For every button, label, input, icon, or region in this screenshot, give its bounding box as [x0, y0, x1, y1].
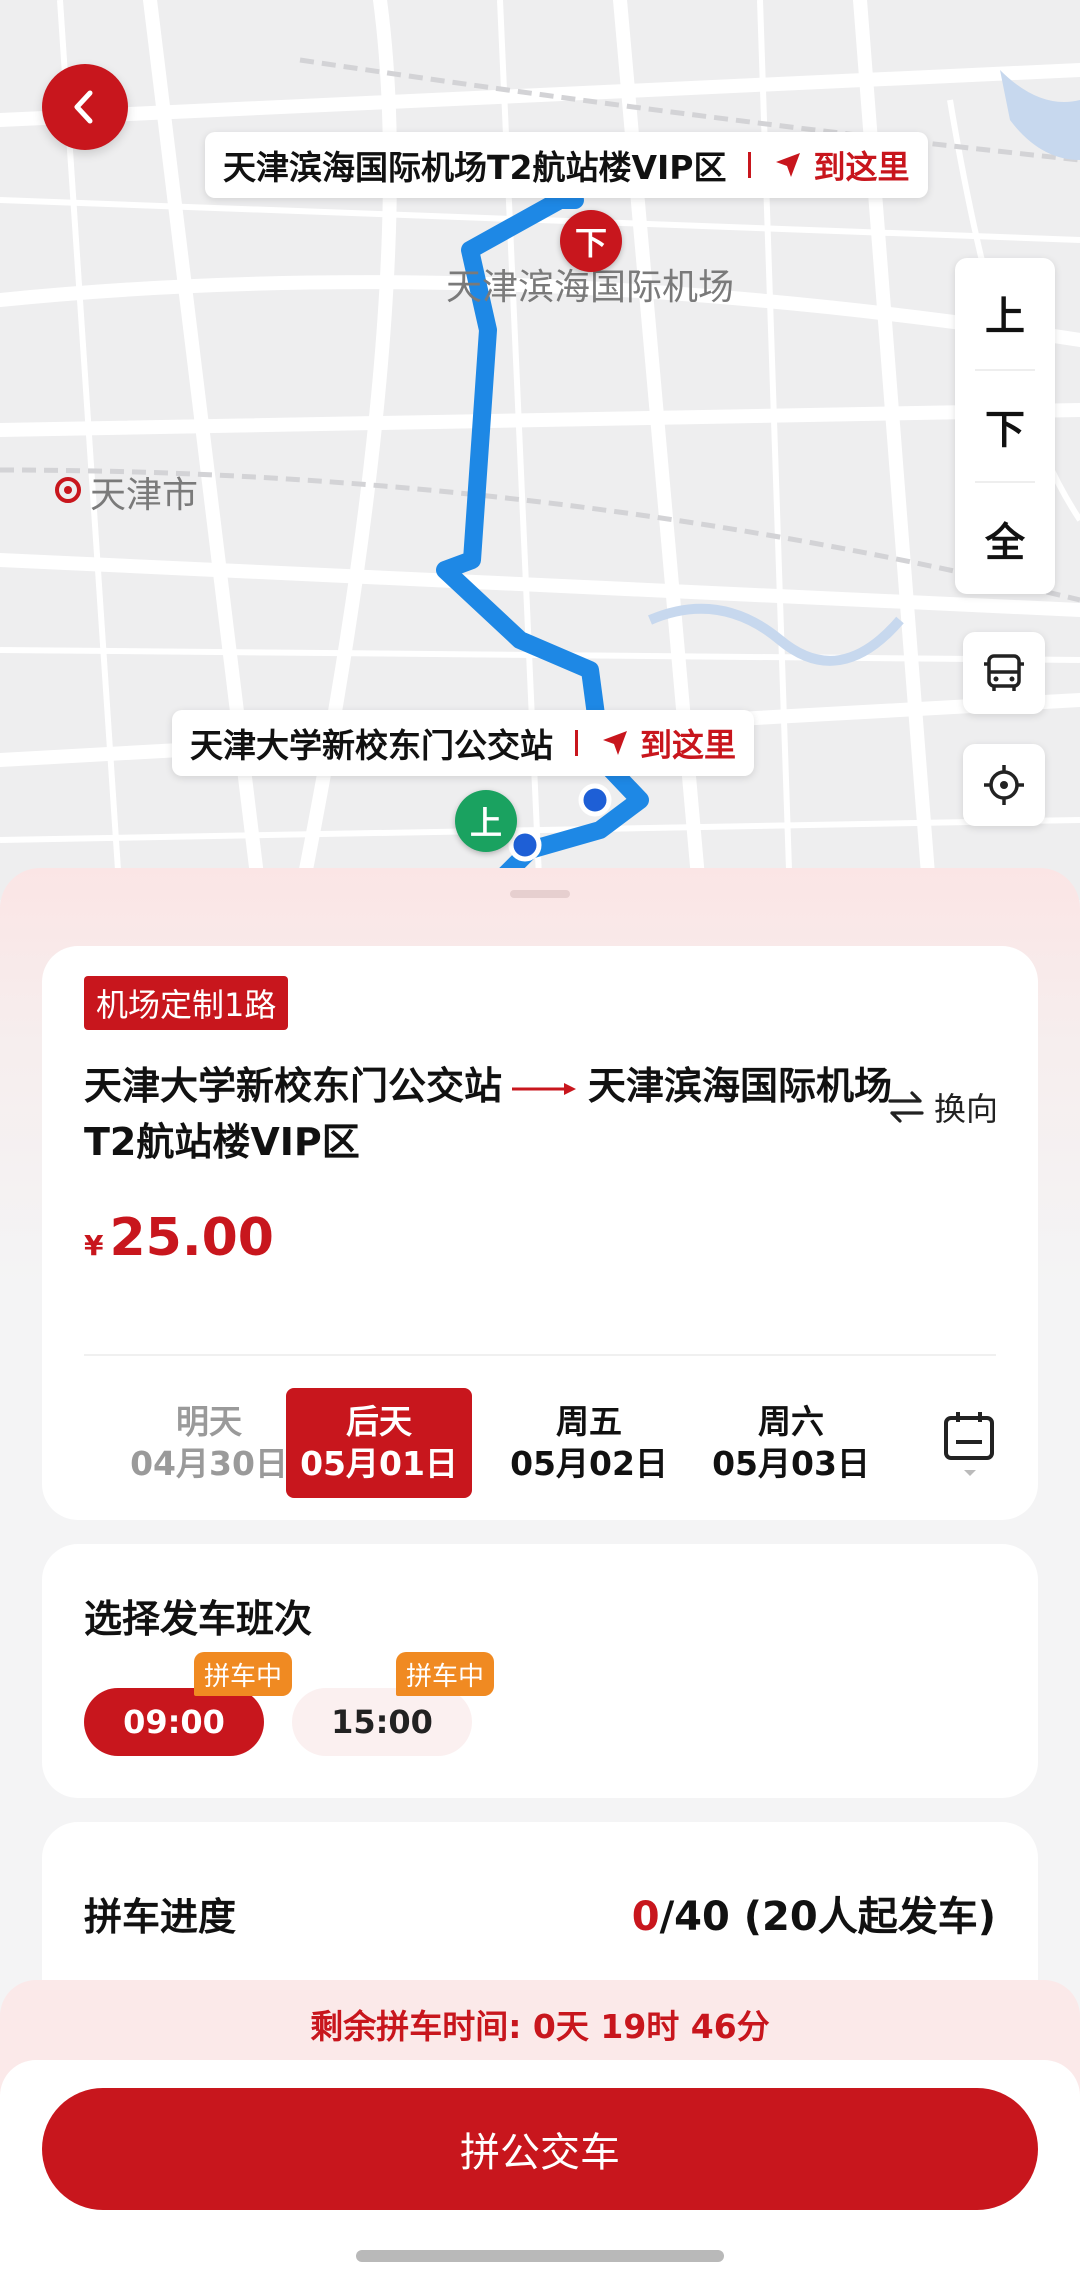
carpool-status-badge: 拼车中: [194, 1652, 293, 1696]
locate-me-button[interactable]: [963, 744, 1045, 826]
date-date: 05月03日: [712, 1444, 870, 1483]
date-date: 05月02日: [510, 1444, 668, 1483]
book-bus-button[interactable]: 拼公交车: [42, 2088, 1038, 2210]
pickup-navigate-button[interactable]: 到这里: [600, 720, 736, 766]
view-dropoff-button[interactable]: 下: [955, 371, 1055, 482]
pickup-callout: 天津大学新校东门公交站 到这里: [172, 710, 755, 776]
dropoff-pin[interactable]: 下: [560, 210, 622, 272]
carpool-status-badge: 拼车中: [396, 1652, 495, 1696]
view-all-button[interactable]: 全: [955, 483, 1055, 594]
date-option[interactable]: 周五 05月02日: [496, 1388, 682, 1498]
price-amount: 25.00: [109, 1208, 274, 1268]
pickup-navigate-label: 到这里: [640, 726, 737, 764]
departure-time-option-selected[interactable]: 09:00: [84, 1688, 264, 1756]
route-from: 天津大学新校东门公交站: [84, 1064, 503, 1108]
ticket-price: ¥ 25.00: [84, 1208, 274, 1268]
date-date: 04月30日: [130, 1444, 288, 1483]
home-indicator[interactable]: [356, 2250, 724, 2262]
progress-total: /40 (20人起发车): [659, 1894, 996, 1940]
schedule-title: 选择发车班次: [84, 1597, 313, 1641]
callout-separator: [748, 152, 752, 178]
date-option[interactable]: 周六 05月03日: [698, 1388, 884, 1498]
dropoff-navigate-label: 到这里: [813, 148, 910, 186]
back-icon: [74, 90, 93, 124]
date-option[interactable]: 明天 04月30日: [116, 1388, 302, 1498]
route-title: 天津大学新校东门公交站 天津滨海国际机场T2航站楼VIP区: [84, 1058, 904, 1170]
dropoff-navigate-button[interactable]: 到这里: [773, 142, 910, 188]
route-arrow-icon: [512, 1082, 577, 1095]
pickup-name: 天津大学新校东门公交站: [190, 726, 553, 765]
sheet-drag-handle[interactable]: [510, 890, 570, 898]
progress-title: 拼车进度: [84, 1895, 237, 1939]
bus-icon: [984, 654, 1024, 691]
date-option-selected[interactable]: 后天 05月01日: [286, 1388, 472, 1498]
progress-value: 0/40 (20人起发车): [632, 1884, 996, 1942]
switch-direction-label: 换向: [933, 1090, 998, 1128]
switch-direction-button[interactable]: 换向: [886, 1084, 998, 1130]
bus-location-button[interactable]: [963, 632, 1045, 714]
map-view-panel: 上 下 全: [955, 258, 1055, 594]
back-button[interactable]: [42, 64, 128, 150]
dropoff-callout: 天津滨海国际机场T2航站楼VIP区 到这里: [205, 132, 928, 198]
swap-icon: [888, 1091, 924, 1123]
dropoff-name: 天津滨海国际机场T2航站楼VIP区: [223, 148, 727, 187]
callout-separator: [575, 730, 578, 756]
divider: [84, 1354, 996, 1356]
route-tag: 机场定制1路: [84, 976, 289, 1030]
locate-icon: [984, 765, 1024, 805]
navigation-arrow-icon: [603, 731, 627, 755]
currency-symbol: ¥: [84, 1229, 104, 1262]
date-date: 05月01日: [300, 1444, 458, 1483]
view-pickup-button[interactable]: 上: [955, 258, 1055, 369]
progress-current: 0: [631, 1894, 660, 1940]
calendar-icon[interactable]: [942, 1410, 998, 1480]
route-map[interactable]: 天津滨海国际机场 天津市 天津滨海国际机场T2航站楼VIP区 到这里 天津大学新…: [0, 0, 1080, 900]
date-day: 周六: [758, 1402, 824, 1441]
navigation-arrow-icon: [776, 153, 801, 177]
schedule-card: 选择发车班次 09:00 拼车中 15:00 拼车中: [42, 1544, 1038, 1798]
date-day: 后天: [346, 1402, 412, 1441]
pickup-pin[interactable]: 上: [455, 790, 517, 852]
departure-time-option[interactable]: 15:00: [292, 1688, 472, 1756]
date-day: 明天: [176, 1402, 242, 1441]
route-card: 机场定制1路 天津大学新校东门公交站 天津滨海国际机场T2航站楼VIP区 换向 ¥…: [42, 946, 1038, 1520]
date-selector: 明天 04月30日 后天 05月01日 周五 05月02日 周六 05月03日: [42, 1388, 1038, 1498]
city-map-label: 天津市: [90, 475, 199, 516]
date-day: 周五: [556, 1402, 622, 1441]
remaining-time-text: 剩余拼车时间: 0天 19时 46分: [310, 2007, 770, 2046]
